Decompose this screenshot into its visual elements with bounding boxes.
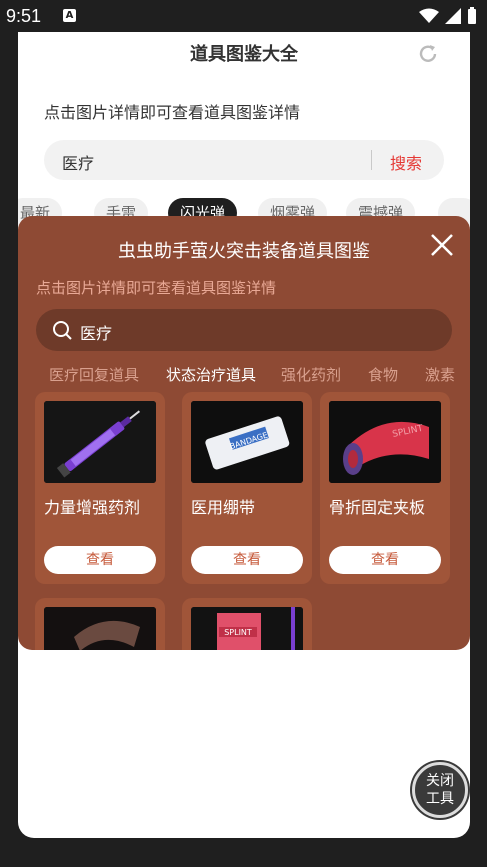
tab-category[interactable]: 强化药剂	[281, 364, 341, 385]
status-time: 9:51	[6, 6, 42, 26]
page-hint: 点击图片详情即可查看道具图鉴详情	[44, 103, 301, 122]
battery-icon	[468, 7, 476, 24]
view-button[interactable]: 查看	[191, 546, 303, 574]
notification-icon: A	[63, 9, 76, 22]
tab-category-active[interactable]: 状态治疗道具	[166, 364, 256, 385]
modal-title: 虫虫助手萤火突击装备道具图鉴	[118, 241, 370, 262]
item-image[interactable]	[44, 607, 156, 650]
item-name: 医用绷带	[191, 498, 256, 517]
item-name: 力量增强药剂	[44, 498, 141, 517]
tab-category[interactable]: 食物	[368, 364, 398, 385]
signal-icon	[445, 8, 461, 24]
search-icon	[53, 321, 72, 340]
item-image-splint[interactable]: SPLINT	[329, 401, 441, 483]
view-button[interactable]: 查看	[44, 546, 156, 574]
modal-search-input[interactable]: 医疗	[80, 320, 112, 344]
splint-pack-label: SPLINT	[224, 628, 252, 637]
item-name: 骨折固定夹板	[329, 498, 426, 517]
close-icon[interactable]	[430, 233, 454, 257]
page-title: 道具图鉴大全	[190, 44, 298, 65]
view-button[interactable]: 查看	[329, 546, 441, 574]
system-icons	[419, 7, 477, 25]
search-button[interactable]: 搜索	[390, 150, 422, 174]
item-grid: 力量增强药剂 查看 BANDAGE 医用绷带 查看 SPLINT 骨折固定夹板 …	[18, 392, 470, 650]
refresh-icon[interactable]	[416, 42, 440, 66]
modal-hint: 点击图片详情即可查看道具图鉴详情	[36, 279, 277, 297]
wifi-icon	[419, 8, 439, 23]
search-bar[interactable]: 医疗 搜索	[44, 140, 444, 180]
item-card[interactable]: SPLINT 骨折固定夹板 查看	[320, 392, 450, 584]
search-input[interactable]: 医疗	[62, 150, 94, 174]
search-divider	[371, 150, 372, 170]
item-card[interactable]: 力量增强药剂 查看	[35, 392, 165, 584]
item-image-bandage[interactable]: BANDAGE	[191, 401, 303, 483]
item-card[interactable]: SPLINT	[182, 598, 312, 650]
tool-modal: 虫虫助手萤火突击装备道具图鉴 点击图片详情即可查看道具图鉴详情 医疗 医疗回复道…	[18, 216, 470, 650]
modal-search-bar[interactable]: 医疗	[36, 309, 452, 351]
status-bar: 9:51 A	[0, 0, 487, 32]
category-tabs: 医疗回复道具 状态治疗道具 强化药剂 食物 激素	[18, 364, 470, 388]
tab-category[interactable]: 医疗回复道具	[49, 364, 139, 385]
close-tool-label-2: 工具	[426, 791, 454, 807]
item-image-syringe[interactable]	[44, 401, 156, 483]
item-card[interactable]: BANDAGE 医用绷带 查看	[182, 392, 312, 584]
item-card[interactable]	[35, 598, 165, 650]
close-tool-button[interactable]: 关闭 工具	[412, 762, 468, 818]
item-image-splint-pack[interactable]: SPLINT	[191, 607, 303, 650]
tab-category[interactable]: 激素	[425, 364, 455, 385]
close-tool-label-1: 关闭	[426, 773, 454, 789]
